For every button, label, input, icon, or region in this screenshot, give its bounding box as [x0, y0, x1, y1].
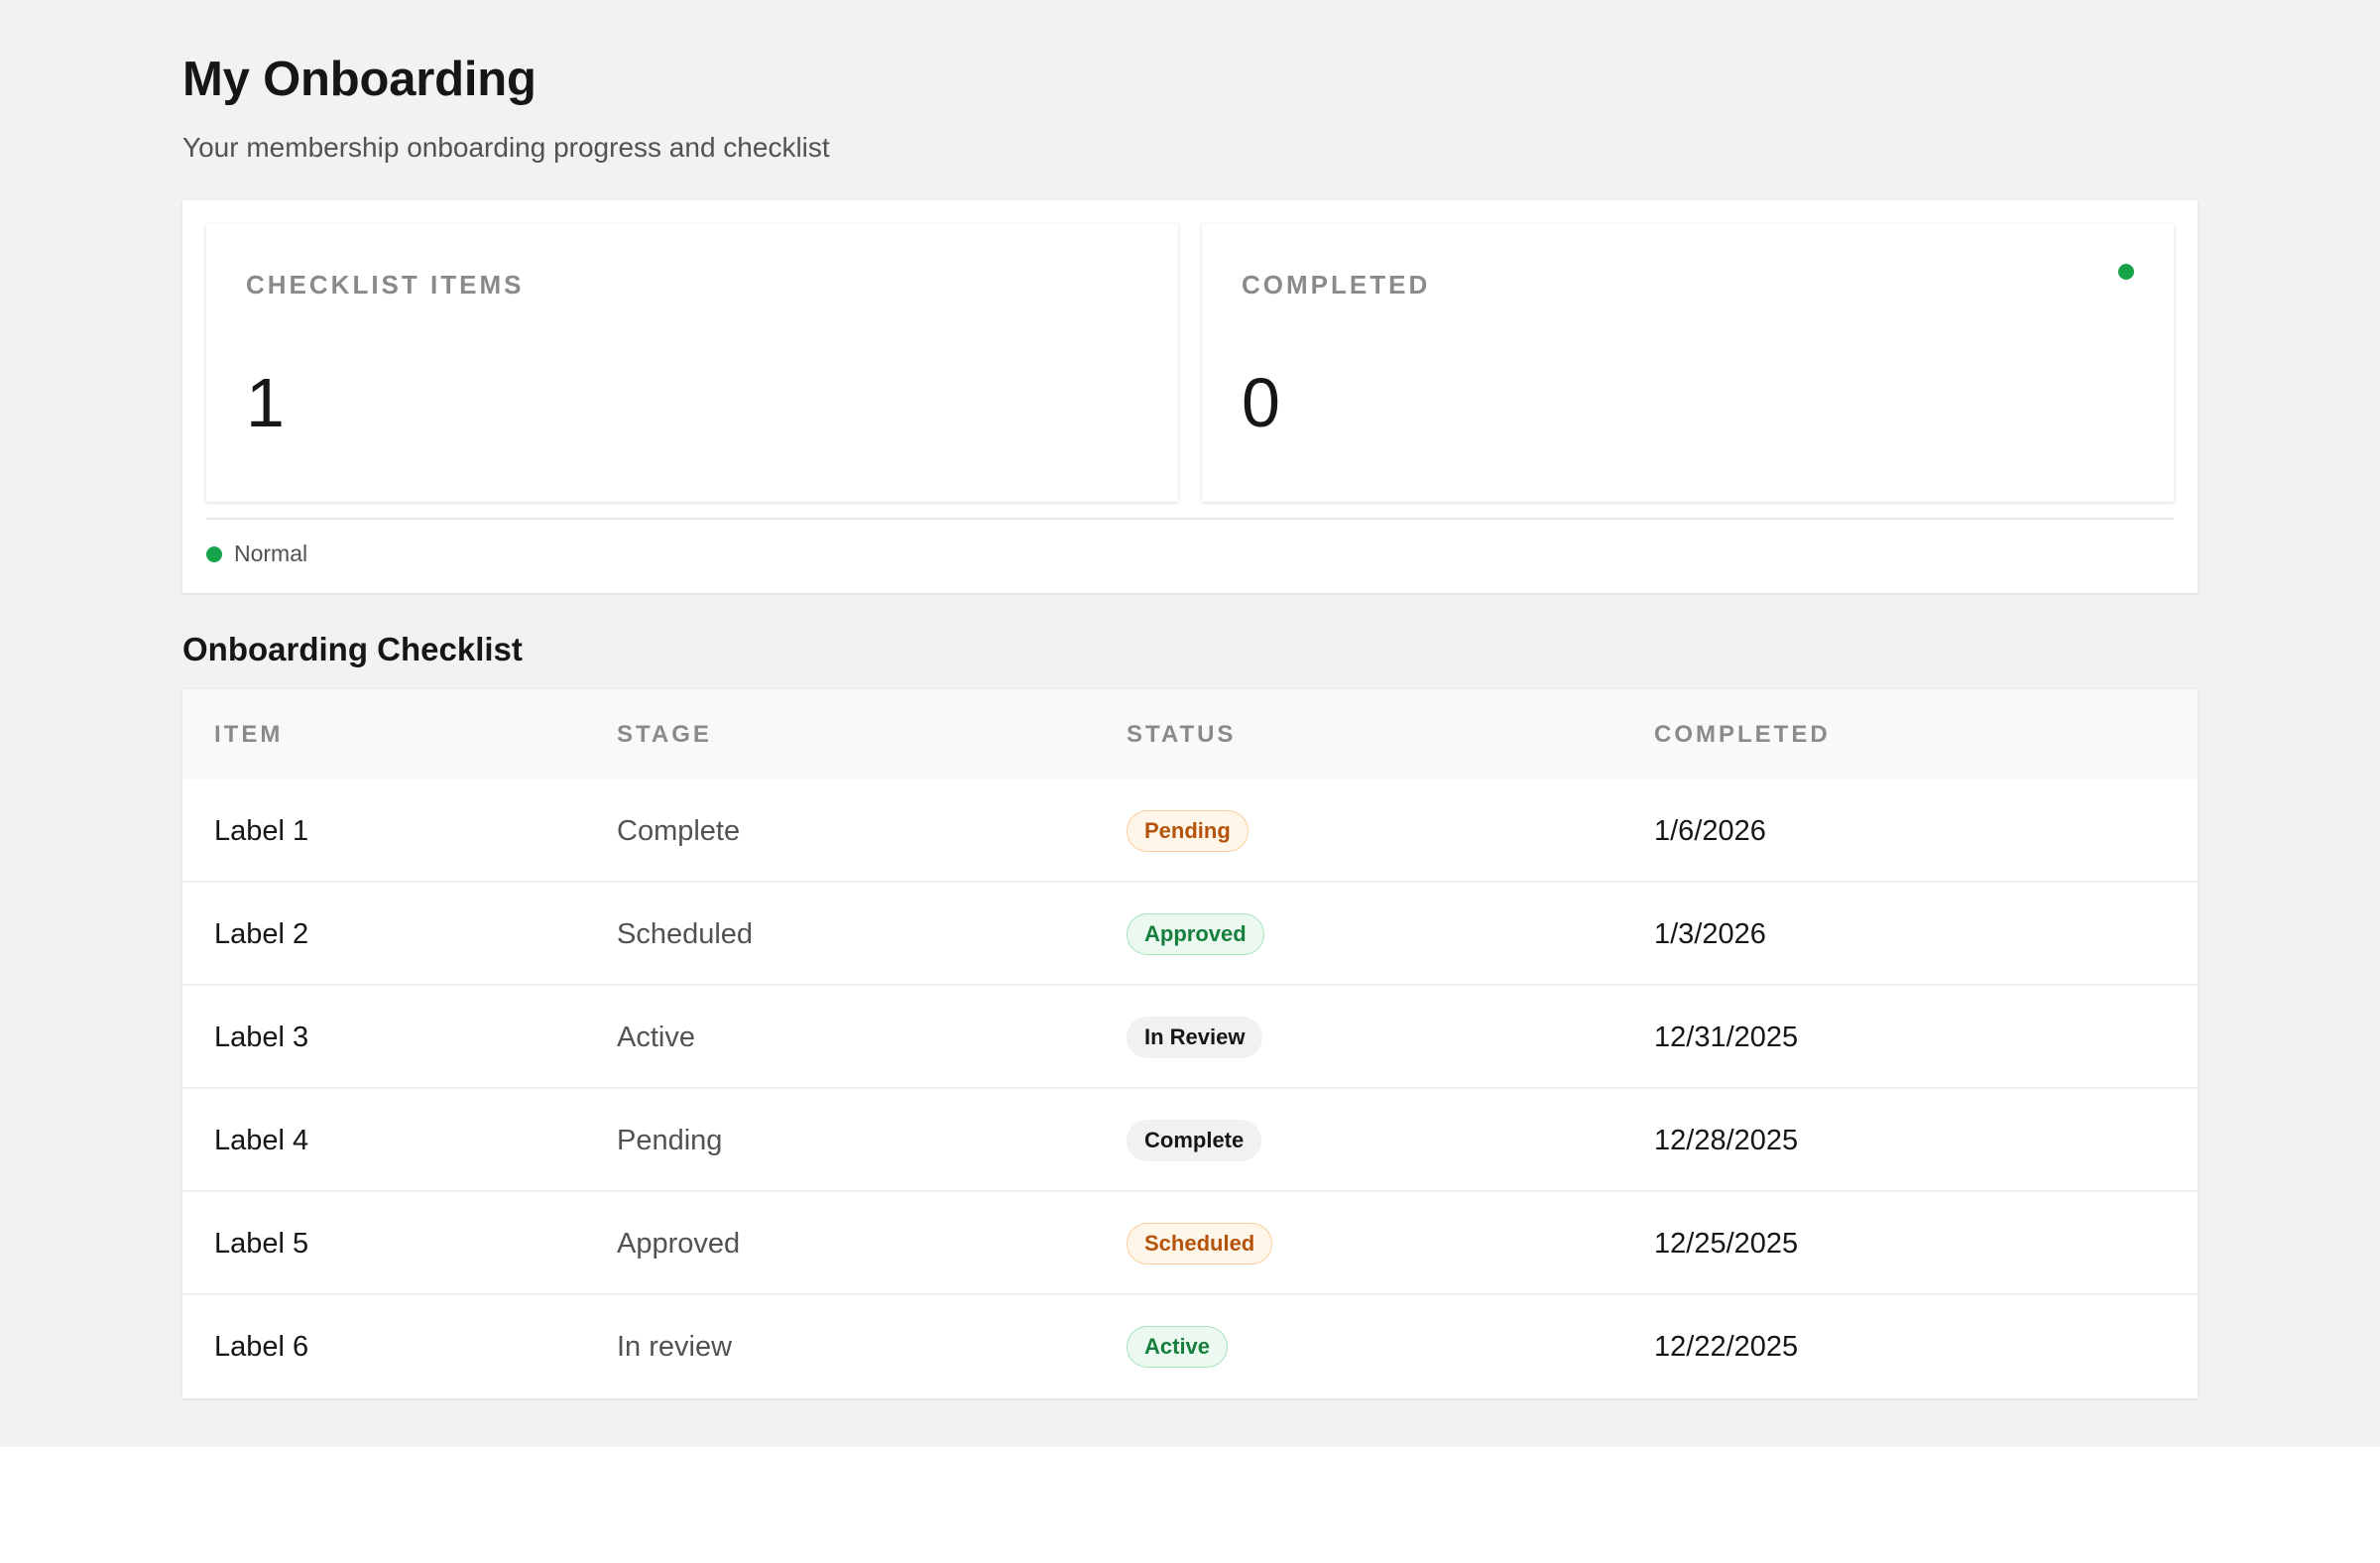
stat-card-checklist-items: CHECKLIST ITEMS 1 — [206, 224, 1178, 502]
cell-stage: Pending — [617, 1124, 723, 1156]
stat-value: 1 — [246, 364, 285, 441]
table-row[interactable]: Label 4 Pending Complete 12/28/2025 — [182, 1089, 2198, 1192]
table-header-row: ITEM STAGE STATUS COMPLETED — [182, 689, 2198, 780]
cell-item: Label 2 — [214, 917, 309, 950]
cell-item: Label 1 — [214, 814, 309, 847]
status-legend: Normal — [206, 541, 307, 567]
cell-status: Complete — [1127, 1089, 1262, 1192]
cell-completed: 12/31/2025 — [1654, 1021, 1799, 1053]
status-badge: Active — [1127, 1326, 1229, 1368]
cell-item: Label 4 — [214, 1124, 309, 1156]
page-title: My Onboarding — [182, 53, 536, 106]
cell-item: Label 3 — [214, 1021, 309, 1053]
stat-card-completed: COMPLETED 0 — [1202, 224, 2174, 502]
table-row[interactable]: Label 1 Complete Pending 1/6/2026 — [182, 780, 2198, 883]
table-row[interactable]: Label 2 Scheduled Approved 1/3/2026 — [182, 883, 2198, 986]
cell-status: Scheduled — [1127, 1192, 1273, 1295]
cell-completed: 12/25/2025 — [1654, 1227, 1799, 1260]
cell-stage: Complete — [617, 814, 741, 847]
column-header-completed[interactable]: COMPLETED — [1654, 689, 1831, 780]
cell-status: Approved — [1127, 883, 1264, 986]
checklist-table: ITEM STAGE STATUS COMPLETED Label 1 Comp… — [182, 689, 2198, 1398]
cell-completed: 12/28/2025 — [1654, 1124, 1799, 1156]
status-badge: Pending — [1127, 810, 1249, 852]
cell-status: Active — [1127, 1295, 1229, 1398]
status-badge: In Review — [1127, 1017, 1263, 1058]
status-dot-icon — [2118, 264, 2134, 280]
table-row[interactable]: Label 6 In review Active 12/22/2025 — [182, 1295, 2198, 1398]
stat-label: COMPLETED — [1242, 270, 1431, 300]
section-title: Onboarding Checklist — [182, 631, 523, 667]
column-header-item[interactable]: ITEM — [214, 689, 283, 780]
table-row[interactable]: Label 3 Active In Review 12/31/2025 — [182, 986, 2198, 1089]
status-badge: Scheduled — [1127, 1223, 1273, 1264]
column-header-status[interactable]: STATUS — [1127, 689, 1236, 780]
cell-stage: Active — [617, 1021, 695, 1053]
cell-completed: 1/3/2026 — [1654, 917, 1766, 950]
cell-status: Pending — [1127, 780, 1249, 883]
cell-completed: 1/6/2026 — [1654, 814, 1766, 847]
stat-label: CHECKLIST ITEMS — [246, 270, 525, 300]
legend-label: Normal — [234, 541, 308, 566]
cell-item: Label 6 — [214, 1330, 309, 1363]
divider — [206, 518, 2174, 520]
cell-stage: Approved — [617, 1227, 741, 1260]
cell-status: In Review — [1127, 986, 1263, 1089]
cell-stage: In review — [617, 1330, 733, 1363]
cell-completed: 12/22/2025 — [1654, 1330, 1799, 1363]
column-header-stage[interactable]: STAGE — [617, 689, 712, 780]
status-badge: Complete — [1127, 1120, 1262, 1161]
table-row[interactable]: Label 5 Approved Scheduled 12/25/2025 — [182, 1192, 2198, 1295]
stat-value: 0 — [1242, 364, 1280, 441]
cell-item: Label 5 — [214, 1227, 309, 1260]
stats-panel: CHECKLIST ITEMS 1 COMPLETED 0 Normal — [182, 200, 2198, 593]
page-subtitle: Your membership onboarding progress and … — [182, 132, 830, 163]
cell-stage: Scheduled — [617, 917, 754, 950]
status-badge: Approved — [1127, 913, 1264, 955]
legend-dot-icon — [206, 545, 222, 562]
